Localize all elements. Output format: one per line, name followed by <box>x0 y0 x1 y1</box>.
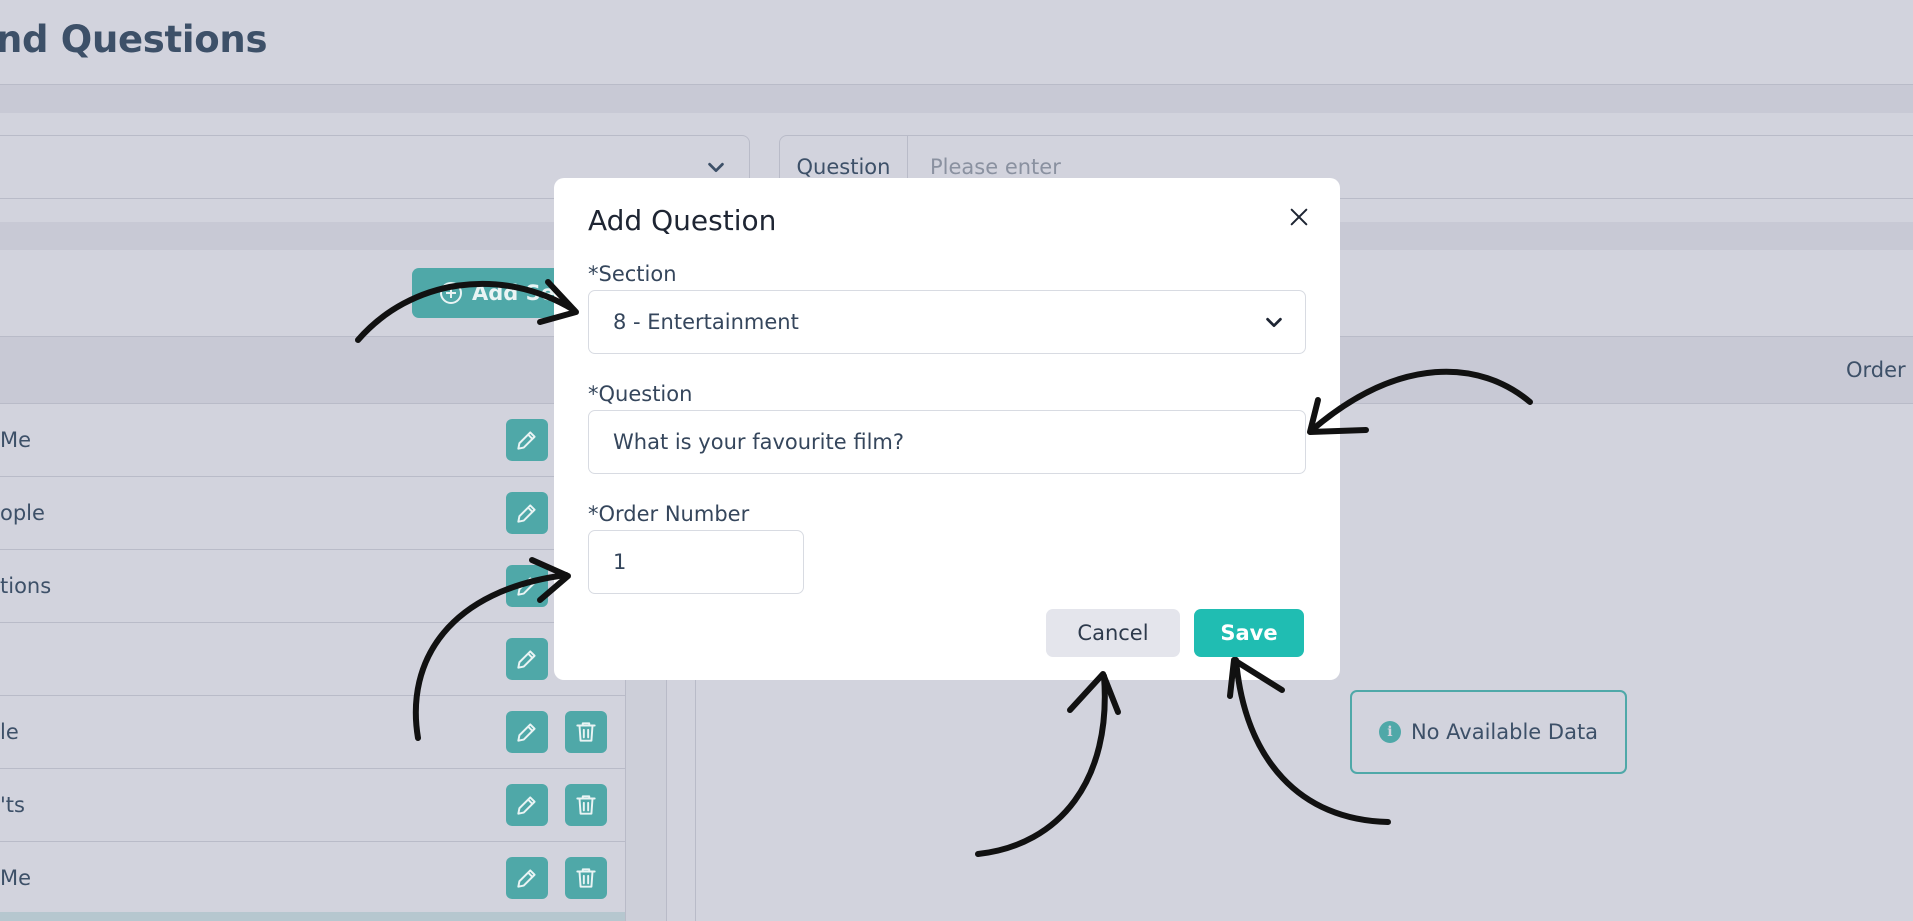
table-row: le <box>0 696 625 769</box>
question-input-value: What is your favourite film? <box>613 430 905 454</box>
section-name: 'ts <box>0 793 25 817</box>
pencil-icon <box>517 650 536 669</box>
section-name: Me <box>0 866 32 890</box>
close-button[interactable] <box>1284 202 1314 232</box>
delete-button[interactable] <box>565 711 607 753</box>
close-icon <box>1290 208 1308 226</box>
table-row <box>0 623 625 696</box>
modal-title: Add Question <box>588 204 777 237</box>
edit-button[interactable] <box>506 711 548 753</box>
pencil-icon <box>517 504 536 523</box>
empty-state: i No Available Data <box>1350 690 1627 774</box>
add-question-modal: Add Question *Section 8 - Entertainment … <box>554 178 1340 680</box>
info-icon: i <box>1378 721 1401 743</box>
add-section-label: Add Se <box>472 281 555 305</box>
plus-circle-icon <box>440 282 462 304</box>
question-input[interactable]: What is your favourite film? <box>588 410 1306 474</box>
filter-band-top <box>0 85 1913 113</box>
chevron-down-icon <box>1266 317 1282 328</box>
section-label: *Section <box>588 262 677 286</box>
pencil-icon <box>517 431 536 450</box>
trash-icon <box>576 795 596 815</box>
add-section-button[interactable]: Add Se <box>412 268 562 318</box>
pencil-icon <box>517 869 536 888</box>
edit-button[interactable] <box>506 784 548 826</box>
question-label: *Question <box>588 382 693 406</box>
trash-icon <box>576 722 596 742</box>
edit-button[interactable] <box>506 565 548 607</box>
table-row: 'ts <box>0 769 625 842</box>
pencil-icon <box>517 796 536 815</box>
edit-button[interactable] <box>506 638 548 680</box>
order-number-value: 1 <box>613 550 627 574</box>
section-name: tions <box>0 574 52 598</box>
order-number-input[interactable]: 1 <box>588 530 804 594</box>
chevron-down-icon <box>708 162 724 173</box>
empty-state-text: No Available Data <box>1410 720 1599 744</box>
delete-button[interactable] <box>565 857 607 899</box>
sections-table-header <box>0 336 625 404</box>
trash-icon <box>576 868 596 888</box>
selected-row-strip <box>0 912 625 921</box>
table-row: Me <box>0 842 625 915</box>
table-row: tions <box>0 550 625 623</box>
cancel-button[interactable]: Cancel <box>1046 609 1180 657</box>
save-button[interactable]: Save <box>1194 609 1304 657</box>
table-row: ople <box>0 477 625 550</box>
pencil-icon <box>517 577 536 596</box>
order-number-label: *Order Number <box>588 502 750 526</box>
section-name: ople <box>0 501 45 525</box>
section-select-value: 8 - Entertainment <box>613 310 799 334</box>
page-title: nd Questions <box>0 18 268 61</box>
delete-button[interactable] <box>565 784 607 826</box>
edit-button[interactable] <box>506 857 548 899</box>
section-name: Me <box>0 428 32 452</box>
pencil-icon <box>517 723 536 742</box>
edit-button[interactable] <box>506 492 548 534</box>
section-select[interactable]: 8 - Entertainment <box>588 290 1306 354</box>
table-row: Me <box>0 404 625 477</box>
edit-button[interactable] <box>506 419 548 461</box>
order-column-header[interactable]: Order <box>1846 358 1906 382</box>
section-name: le <box>0 720 19 744</box>
